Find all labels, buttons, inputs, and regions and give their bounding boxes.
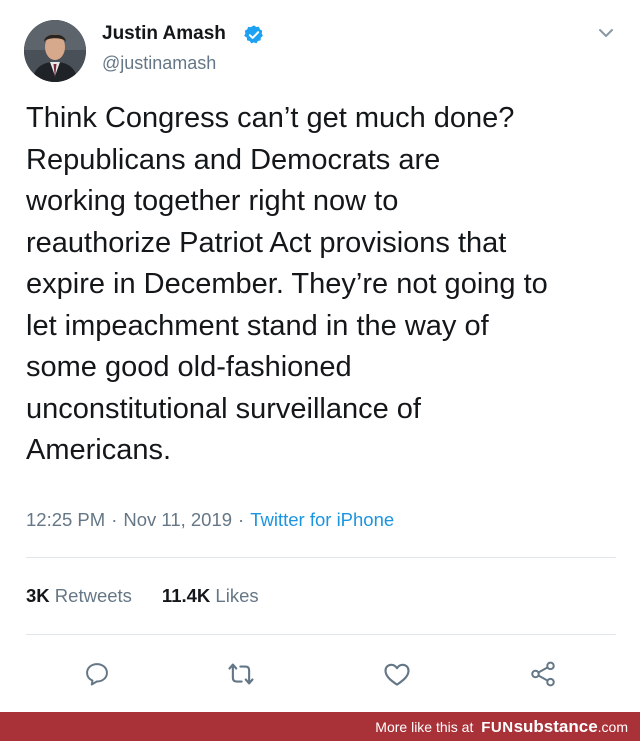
meta-separator: · [238, 509, 245, 530]
share-icon [531, 661, 555, 687]
author-name[interactable]: Justin Amash [102, 22, 226, 46]
tweet-text: Think Congress can’t get much done? Repu… [26, 102, 548, 466]
tweet-date[interactable]: Nov 11, 2019 [123, 509, 232, 530]
divider [26, 634, 616, 635]
footer-brand-substance: substance [513, 717, 598, 736]
chevron-down-icon[interactable] [595, 24, 617, 42]
retweet-icon [228, 663, 254, 685]
verified-badge-icon [244, 25, 263, 44]
meta-separator: · [111, 509, 118, 530]
retweet-button[interactable] [224, 657, 258, 691]
tweet-stats: 3K Retweets 11.4K Likes [26, 584, 259, 608]
retweets-stat[interactable]: 3K Retweets [26, 585, 132, 606]
likes-stat[interactable]: 11.4K Likes [162, 585, 259, 606]
tweet-source-link[interactable]: Twitter for iPhone [250, 509, 394, 530]
tweet-card: Justin Amash @justinamash Think Congress… [0, 0, 640, 712]
tweet-meta: 12:25 PM · Nov 11, 2019 · Twitter for iPhone [26, 508, 394, 532]
reply-button[interactable] [80, 657, 114, 691]
tweet-time[interactable]: 12:25 PM [26, 509, 105, 530]
retweets-label: Retweets [54, 585, 132, 606]
footer-brand-suffix: .com [597, 719, 628, 735]
divider [26, 557, 616, 558]
retweets-count: 3K [26, 585, 50, 606]
share-button[interactable] [526, 657, 560, 691]
author-handle[interactable]: @justinamash [102, 52, 216, 74]
like-button[interactable] [380, 657, 414, 691]
avatar-image [24, 20, 86, 82]
avatar[interactable] [24, 20, 86, 82]
footer-prefix: More like this at [375, 719, 474, 735]
heart-icon [384, 663, 410, 686]
reply-icon [86, 663, 108, 686]
footer-brand-fun: FUN [481, 719, 514, 736]
likes-label: Likes [215, 585, 259, 606]
watermark-footer: More like this at FUNsubstance.com [0, 712, 640, 741]
likes-count: 11.4K [161, 585, 211, 606]
footer-link[interactable]: More like this at FUNsubstance.com [375, 718, 628, 736]
